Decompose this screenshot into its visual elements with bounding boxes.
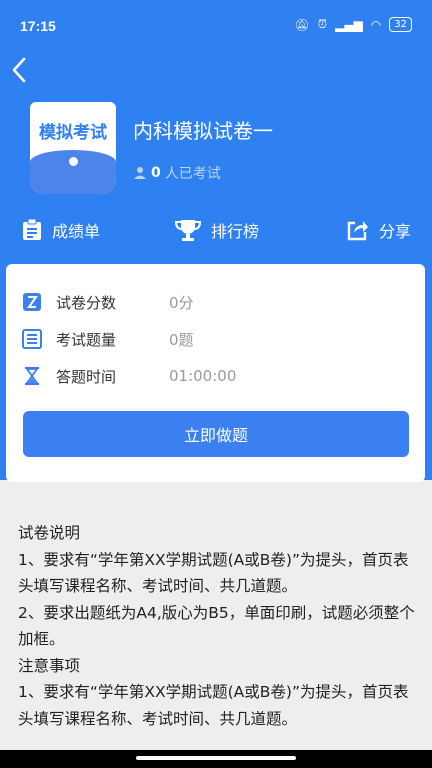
home-indicator[interactable]	[136, 756, 296, 760]
time-value: 01:00:00	[169, 367, 237, 385]
status-bar: 17:15 🔕︎ ⏰︎ ▂▄▆ ◠ 32	[0, 0, 432, 50]
wifi-icon: ◠	[370, 17, 382, 32]
hourglass-icon	[25, 367, 39, 385]
status-time: 17:15	[20, 18, 56, 34]
transcript-button[interactable]: 成绩单	[22, 212, 100, 248]
share-button[interactable]: 分享	[347, 212, 411, 248]
status-icons: 🔕︎ ⏰︎ ▂▄▆ ◠ 32	[294, 17, 412, 32]
action-bar: 成绩单 排行榜 分享	[0, 212, 432, 252]
notes-item: 1、要求有“学年第XX学期试题(A或B卷)”为提头，首页表头填写课程名称、考试时…	[18, 683, 409, 728]
description-item: 2、要求出题纸为A4,版心为B5，单面印刷，试题必须整个加框。	[18, 603, 415, 649]
alarm-icon: ⏰︎	[317, 17, 328, 31]
exam-cover: 模拟考试	[30, 102, 116, 194]
battery-icon: 32	[389, 17, 412, 32]
cover-label: 模拟考试	[39, 123, 107, 143]
ranking-label: 排行榜	[211, 222, 260, 241]
exam-info-card: 试卷分数 0分 考试题量 0题 答题时间 01:00:00 立即做题	[6, 264, 425, 482]
info-row-questions: 考试题量 0题	[22, 327, 382, 351]
info-row-score: 试卷分数 0分	[22, 290, 382, 314]
description-item: 1、要求有“学年第XX学期试题(A或B卷)”为提头，首页表头填写课程名称、考试时…	[18, 550, 409, 596]
questions-label: 考试题量	[56, 330, 117, 349]
questions-value: 0题	[169, 330, 194, 349]
ranking-button[interactable]: 排行榜	[175, 212, 259, 248]
person-icon	[134, 167, 146, 179]
questions-icon	[22, 329, 42, 349]
score-value: 0分	[169, 293, 194, 312]
signal-icon: ▂▄▆	[335, 17, 363, 32]
trophy-icon	[175, 220, 201, 241]
exam-description: 试卷说明 1、要求有“学年第XX学期试题(A或B卷)”为提头，首页表头填写课程名…	[18, 520, 418, 732]
info-row-time: 答题时间 01:00:00	[22, 364, 382, 388]
share-icon	[347, 221, 368, 241]
transcript-label: 成绩单	[52, 222, 101, 241]
clipboard-icon	[23, 219, 41, 240]
back-button[interactable]	[8, 54, 32, 86]
score-label: 试卷分数	[56, 293, 117, 312]
exam-title: 内科模拟试卷一	[133, 119, 273, 143]
time-label: 答题时间	[56, 367, 117, 386]
description-heading: 试卷说明	[18, 524, 81, 542]
mute-icon: 🔕︎	[294, 17, 310, 32]
score-icon	[23, 293, 41, 311]
cover-dot	[69, 157, 78, 166]
notes-heading: 注意事项	[18, 656, 81, 675]
takers-suffix: 人已考试	[164, 166, 221, 182]
navigation-bar	[0, 750, 432, 768]
share-label: 分享	[379, 222, 412, 241]
takers-number: 0	[151, 165, 161, 181]
takers-count: 0 人已考试	[133, 163, 221, 183]
start-exam-button[interactable]: 立即做题	[23, 411, 409, 457]
